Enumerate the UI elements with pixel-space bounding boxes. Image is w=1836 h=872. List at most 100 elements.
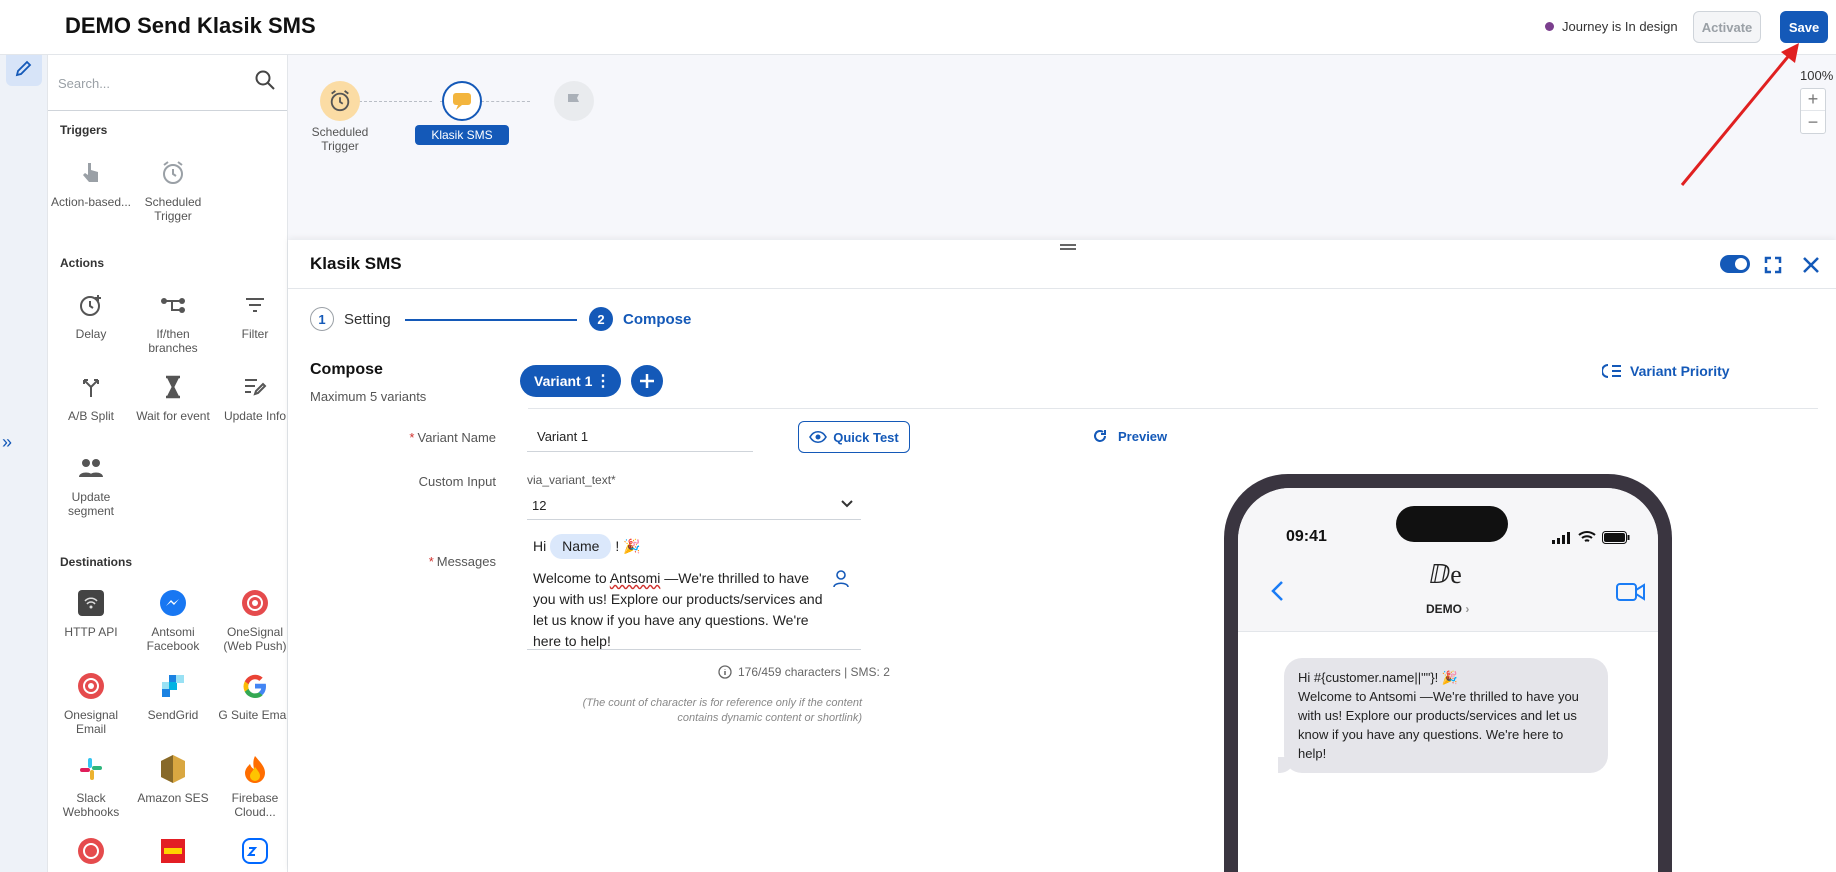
tile-ab-split[interactable]: A/B Split [50,371,132,423]
info-icon [718,665,732,679]
divider [528,408,1818,409]
status-label: Journey is In design [1562,19,1678,34]
add-variant-button[interactable] [631,365,663,397]
compose-subtitle: Maximum 5 variants [310,389,427,404]
journey-title: DEMO Send Klasik SMS [65,13,316,38]
preview-button[interactable]: Preview [1092,428,1167,444]
journey-status: Journey is In design [1545,19,1678,34]
edit-pencil-icon[interactable] [6,50,42,86]
expand-panel-icon[interactable]: » [2,432,12,453]
tile-if-then-branches[interactable]: If/then branches [132,289,214,355]
variant-name-input[interactable]: Variant 1 [527,420,753,452]
node-scheduled-trigger[interactable]: Scheduled Trigger [310,81,370,153]
variant-tab[interactable]: Variant 1 ⋮ [520,365,621,397]
tile-onesignal-email[interactable]: Onesignal Email [50,670,132,736]
drawer-title: Klasik SMS [310,254,402,273]
split-icon [75,371,107,403]
divider [288,288,1836,289]
slack-icon [75,753,107,785]
compose-heading: Compose [310,361,383,378]
priority-list-icon [1602,364,1621,378]
onesignal-icon [75,835,107,867]
left-rail: » [0,0,48,872]
message-editor[interactable]: Hi Name ! 🎉 Welcome to Antsomi —We're th… [527,534,861,650]
custom-input-select[interactable]: 12 [527,490,861,520]
alarm-clock-icon [157,157,189,189]
tile-zalo[interactable] [214,835,287,872]
contact-avatar-logo: ⅅe [1429,560,1462,589]
video-call-icon[interactable] [1616,582,1646,602]
tile-sendgrid[interactable]: SendGrid [132,670,214,722]
tile-filter[interactable]: Filter [214,289,287,341]
brand-logo-icon [157,835,189,867]
alarm-clock-icon [320,81,360,121]
tile-update-segment[interactable]: Update segment [50,452,132,518]
section-actions: Actions [60,256,105,270]
tile-http-api[interactable]: HTTP API [50,587,132,639]
tile-red-logo[interactable] [132,835,214,872]
palette-search [48,55,287,111]
tile-onesignal-more[interactable] [50,835,132,872]
journey-canvas[interactable]: Scheduled Trigger Klasik SMS 100% + − [288,43,1836,240]
insert-personalization-icon[interactable] [833,570,849,588]
variant-priority-button[interactable]: Variant Priority [1602,363,1730,379]
signal-icon [1552,532,1570,544]
messages-header: 09:41 ⅅe DEMO › [1238,488,1658,632]
fullscreen-icon[interactable] [1762,254,1784,276]
tile-update-info[interactable]: Update Info [214,371,287,423]
tile-scheduled-trigger[interactable]: Scheduled Trigger [132,157,214,223]
tile-delay[interactable]: Delay [50,289,132,341]
node-config-drawer: Klasik SMS 1 Setting 2 Compose Compose M… [288,240,1836,872]
zalo-icon [239,835,271,867]
quick-test-button[interactable]: Quick Test [798,421,910,453]
phone-preview: 09:41 ⅅe DEMO › Hi #{customer.name||""}!… [1224,474,1672,872]
step-setting[interactable]: 1 Setting [310,307,391,331]
tile-onesignal-web-push[interactable]: OneSignal (Web Push) [214,587,287,653]
tile-amazon-ses[interactable]: Amazon SES [132,753,214,805]
node-end[interactable] [554,81,594,125]
contact-name[interactable]: DEMO › [1426,602,1469,616]
amazon-ses-icon [157,753,189,785]
character-count: 176/459 characters | SMS: 2 [718,665,890,679]
search-icon[interactable] [254,69,276,94]
character-count-note: (The count of character is for reference… [582,697,862,724]
node-klasik-sms[interactable]: Klasik SMS [415,81,509,145]
search-input[interactable] [58,69,238,97]
sendgrid-icon [157,670,189,702]
variant-name-label: * Variant Name [409,430,496,445]
dynamic-island [1396,506,1508,542]
delay-icon [75,289,107,321]
node-label: Klasik SMS [415,125,509,145]
top-bar: DEMO Send Klasik SMS Journey is In desig… [0,0,1836,55]
more-vertical-icon[interactable]: ⋮ [595,371,611,391]
tile-wait-for-event[interactable]: Wait for event [132,371,214,423]
refresh-icon [1094,430,1106,442]
tile-firebase-cloud[interactable]: Firebase Cloud... [214,753,287,819]
custom-input-name: via_variant_text* [527,473,616,487]
message-body: Welcome to Antsomi —We're thrilled to ha… [533,570,823,649]
wifi-icon [1578,531,1596,542]
filter-icon [239,289,271,321]
enable-toggle[interactable] [1720,255,1750,273]
back-chevron-icon[interactable] [1270,580,1284,602]
branch-icon [157,289,189,321]
tile-slack-webhooks[interactable]: Slack Webhooks [50,753,132,819]
resize-handle[interactable] [1060,244,1076,250]
klasik-sms-icon [442,81,482,121]
tile-antsomi-facebook[interactable]: Antsomi Facebook [132,587,214,653]
tile-action-based[interactable]: Action-based... [50,157,132,209]
onesignal-icon [75,670,107,702]
close-icon[interactable] [1800,254,1822,276]
status-time: 09:41 [1286,528,1327,545]
edit-list-icon [239,371,271,403]
message-line-1: Hi Name ! 🎉 [533,534,833,559]
step-connector [405,319,577,321]
tile-g-suite-email[interactable]: G Suite Email [214,670,287,722]
messages-label: * Messages [428,554,496,569]
personalization-tag[interactable]: Name [550,534,612,559]
phone-screen: 09:41 ⅅe DEMO › Hi #{customer.name||""}!… [1238,488,1658,872]
battery-icon [1602,531,1630,544]
hand-pointer-icon [75,157,107,189]
step-compose[interactable]: 2 Compose [589,307,691,331]
messenger-icon [157,587,189,619]
